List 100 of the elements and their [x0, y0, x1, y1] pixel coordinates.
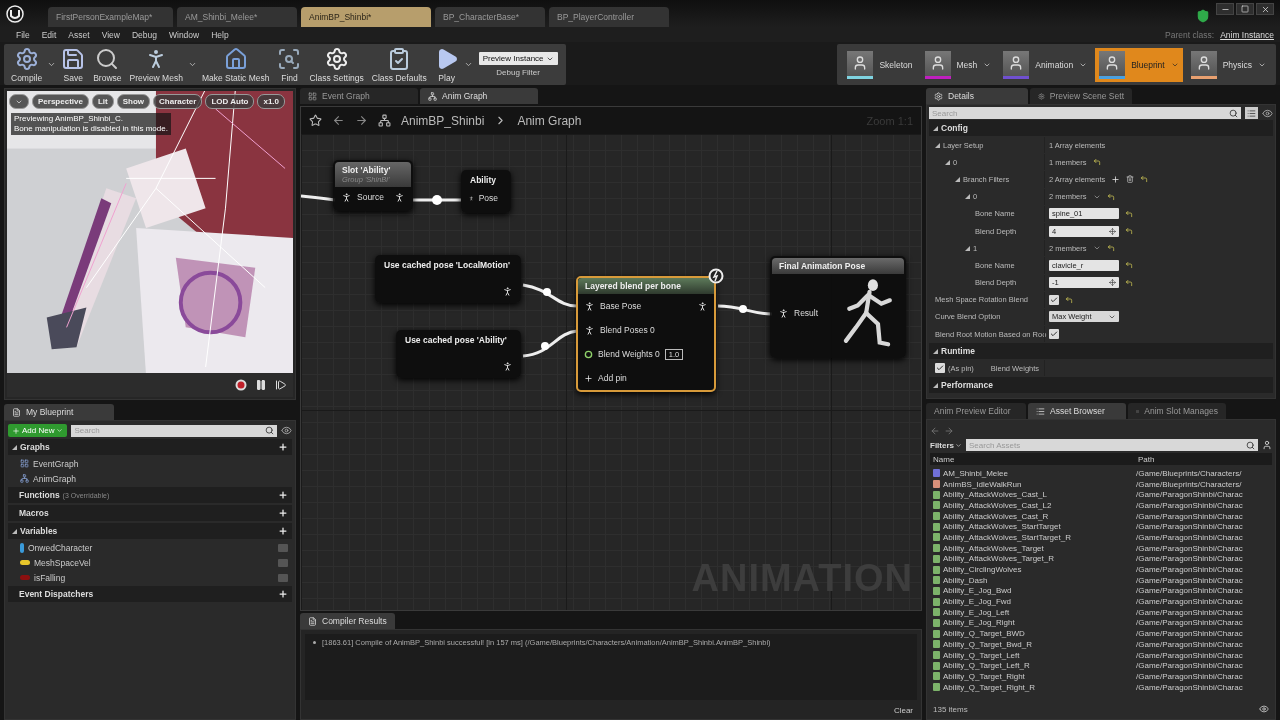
close-button[interactable] [1256, 3, 1274, 15]
column-header[interactable]: Path [1138, 454, 1269, 464]
user-icon[interactable] [1262, 440, 1272, 450]
reset-icon[interactable] [1125, 261, 1133, 270]
record-button[interactable] [235, 379, 247, 391]
view-options-icon[interactable] [1259, 704, 1269, 714]
asset-row[interactable]: Ability_AttackWolves_Cast_L /Game/ParagonShinbi/Charac [930, 489, 1272, 501]
asset-row[interactable]: Ability_CirclingWolves /Game/ParagonShinbi/Charac [930, 564, 1272, 575]
panel-tab[interactable]: Anim Slot Manages [1128, 403, 1226, 419]
menu-item[interactable]: Window [162, 29, 206, 40]
document-tab[interactable]: AM_Shinbi_Melee* [177, 7, 297, 27]
asset-row[interactable]: Ability_E_Jog_Left /Game/ParagonShinbi/Charac [930, 606, 1272, 618]
section-header[interactable]: Event Dispatchers [8, 586, 292, 602]
asset-row[interactable]: Ability_Q_Target_Left_R /Game/ParagonShinbi/Charac [930, 660, 1272, 672]
caret-icon[interactable] [187, 60, 197, 69]
expand-arrow-icon[interactable] [935, 142, 940, 148]
graph-node[interactable]: Use cached pose 'Ability' [396, 330, 521, 378]
mode-button[interactable]: Blueprint [1095, 47, 1183, 82]
asset-row[interactable]: Ability_E_Jog_Right /Game/ParagonShinbi/Charac [930, 617, 1272, 629]
asset-row[interactable]: Ability_AttackWolves_Target /Game/ParagonShinbi/Charac [930, 542, 1272, 554]
trash-icon[interactable] [1126, 175, 1135, 184]
mode-button[interactable]: Physics [1186, 47, 1270, 82]
toolbar-button[interactable]: Play [431, 44, 462, 85]
section-header[interactable]: Runtime [929, 343, 1273, 360]
asset-row[interactable]: Ability_Q_Target_Right /Game/ParagonShinbi/Charac [930, 671, 1272, 682]
panel-tab[interactable]: Details [926, 88, 1028, 104]
expand-arrow-icon[interactable] [965, 245, 970, 251]
expand-arrow-icon[interactable] [955, 176, 960, 182]
menu-item[interactable]: Help [205, 29, 235, 40]
menu-item[interactable]: View [95, 29, 126, 40]
menu-item[interactable]: Debug [125, 29, 163, 40]
document-tab[interactable]: BP_CharacterBase* [435, 7, 545, 27]
reset-icon[interactable] [1125, 209, 1133, 218]
asset-row[interactable]: Ability_Q_Target_Left /Game/ParagonShinbi/Charac [930, 649, 1272, 661]
section-header[interactable]: Graphs [8, 439, 292, 455]
asset-row[interactable]: Ability_Q_Target_Right_R /Game/ParagonShinbi/Charac [930, 681, 1272, 693]
asset-row[interactable]: Ability_AttackWolves_Cast_R /Game/ParagonShinbi/Charac [930, 510, 1272, 522]
reset-icon[interactable] [1106, 244, 1115, 253]
toolbar-button[interactable]: Find [274, 44, 305, 85]
asset-row[interactable]: AnimBS_IdleWalkRun /Game/Blueprints/Characters/ [930, 478, 1272, 490]
favorite-icon[interactable] [309, 114, 322, 127]
section-header[interactable]: Performance [929, 377, 1273, 394]
graph-node[interactable]: Final Animation Pose Result [770, 256, 906, 358]
back-button[interactable] [930, 426, 940, 436]
toolbar-button[interactable]: Preview Mesh [126, 44, 186, 85]
expand-arrow-icon[interactable] [965, 194, 970, 200]
asset-row[interactable]: Ability_AttackWolves_StartTarget_R /Game/ParagonShinbi/Charac [930, 532, 1272, 543]
tree-item[interactable]: isFalling [8, 571, 292, 584]
tree-item[interactable]: AnimGraph [8, 472, 292, 485]
panel-tab[interactable]: Asset Browser [1028, 403, 1126, 419]
debug-filter-dropdown[interactable]: Preview Instance [478, 52, 558, 65]
checkbox[interactable] [935, 363, 945, 374]
toolbar-button[interactable]: Class Settings [306, 44, 367, 85]
expand-arrow-icon[interactable] [945, 159, 950, 165]
graph-node[interactable]: Use cached pose 'LocalMotion' [375, 255, 521, 303]
mode-button[interactable]: Skeleton [843, 47, 917, 82]
checkbox[interactable] [1049, 329, 1059, 340]
asset-row[interactable]: Ability_E_Jog_Bwd /Game/ParagonShinbi/Charac [930, 585, 1272, 597]
panel-tab[interactable]: My Blueprint [4, 404, 114, 420]
mode-button[interactable]: Animation [999, 47, 1092, 82]
menu-item[interactable]: Edit [35, 29, 63, 40]
mode-button[interactable]: Mesh [920, 47, 996, 82]
tree-item[interactable]: MeshSpaceVel [8, 556, 292, 569]
asset-row[interactable]: Ability_AttackWolves_Target_R /Game/ParagonShinbi/Charac [930, 553, 1272, 565]
caret-icon[interactable] [463, 60, 473, 69]
maximize-button[interactable] [1236, 3, 1254, 15]
asset-row[interactable]: Ability_Q_Target_Bwd_R /Game/ParagonShinbi/Charac [930, 639, 1272, 650]
panel-tab[interactable]: Compiler Results [300, 613, 395, 629]
pause-button[interactable] [255, 379, 267, 391]
toolbar-button[interactable]: Compile [8, 44, 46, 85]
view-options-icon[interactable] [1262, 107, 1273, 119]
breadcrumb-item[interactable]: Anim Graph [517, 113, 582, 128]
menu-item[interactable]: File [10, 29, 36, 40]
document-tab[interactable]: BP_PlayerController [549, 7, 669, 27]
asset-row[interactable]: AM_Shinbi_Melee /Game/Blueprints/Characters/ [930, 468, 1272, 479]
clear-button[interactable]: Clear [885, 704, 921, 719]
toolbar-button[interactable]: Save [58, 44, 89, 85]
section-header[interactable]: Config [929, 120, 1273, 136]
toolbar-button[interactable]: Class Defaults [368, 44, 430, 85]
toolbar-button[interactable]: Make Static Mesh [198, 44, 273, 85]
tree-item[interactable]: OnwedCharacter [8, 541, 292, 554]
tree-item[interactable]: EventGraph [8, 457, 292, 470]
breadcrumb-item[interactable]: AnimBP_Shinbi [401, 113, 485, 128]
reset-icon[interactable] [1092, 158, 1101, 167]
panel-tab[interactable]: Anim Preview Editor [926, 403, 1026, 419]
back-button[interactable] [332, 114, 345, 127]
asset-row[interactable]: Ability_AttackWolves_StartTarget /Game/ParagonShinbi/Charac [930, 521, 1272, 533]
view-options-icon[interactable] [281, 425, 292, 436]
reset-icon[interactable] [1125, 227, 1133, 236]
parent-class-link[interactable]: Anim Instance [1220, 29, 1274, 40]
asset-row[interactable]: Ability_AttackWolves_Cast_L2 /Game/ParagonShinbi/Charac [930, 500, 1272, 511]
asset-row[interactable]: Ability_Dash /Game/ParagonShinbi/Charac [930, 574, 1272, 586]
asset-row[interactable]: Ability_Q_Target_BWD /Game/ParagonShinbi/Charac [930, 628, 1272, 639]
section-header[interactable]: Variables [8, 523, 292, 539]
graph-node[interactable]: Ability Pose [461, 170, 511, 213]
caret-icon[interactable] [47, 60, 57, 69]
viewport-button[interactable]: LOD Auto [205, 94, 255, 109]
checkbox[interactable] [1049, 294, 1059, 305]
step-button[interactable] [275, 379, 287, 391]
reset-icon[interactable] [1125, 278, 1133, 287]
